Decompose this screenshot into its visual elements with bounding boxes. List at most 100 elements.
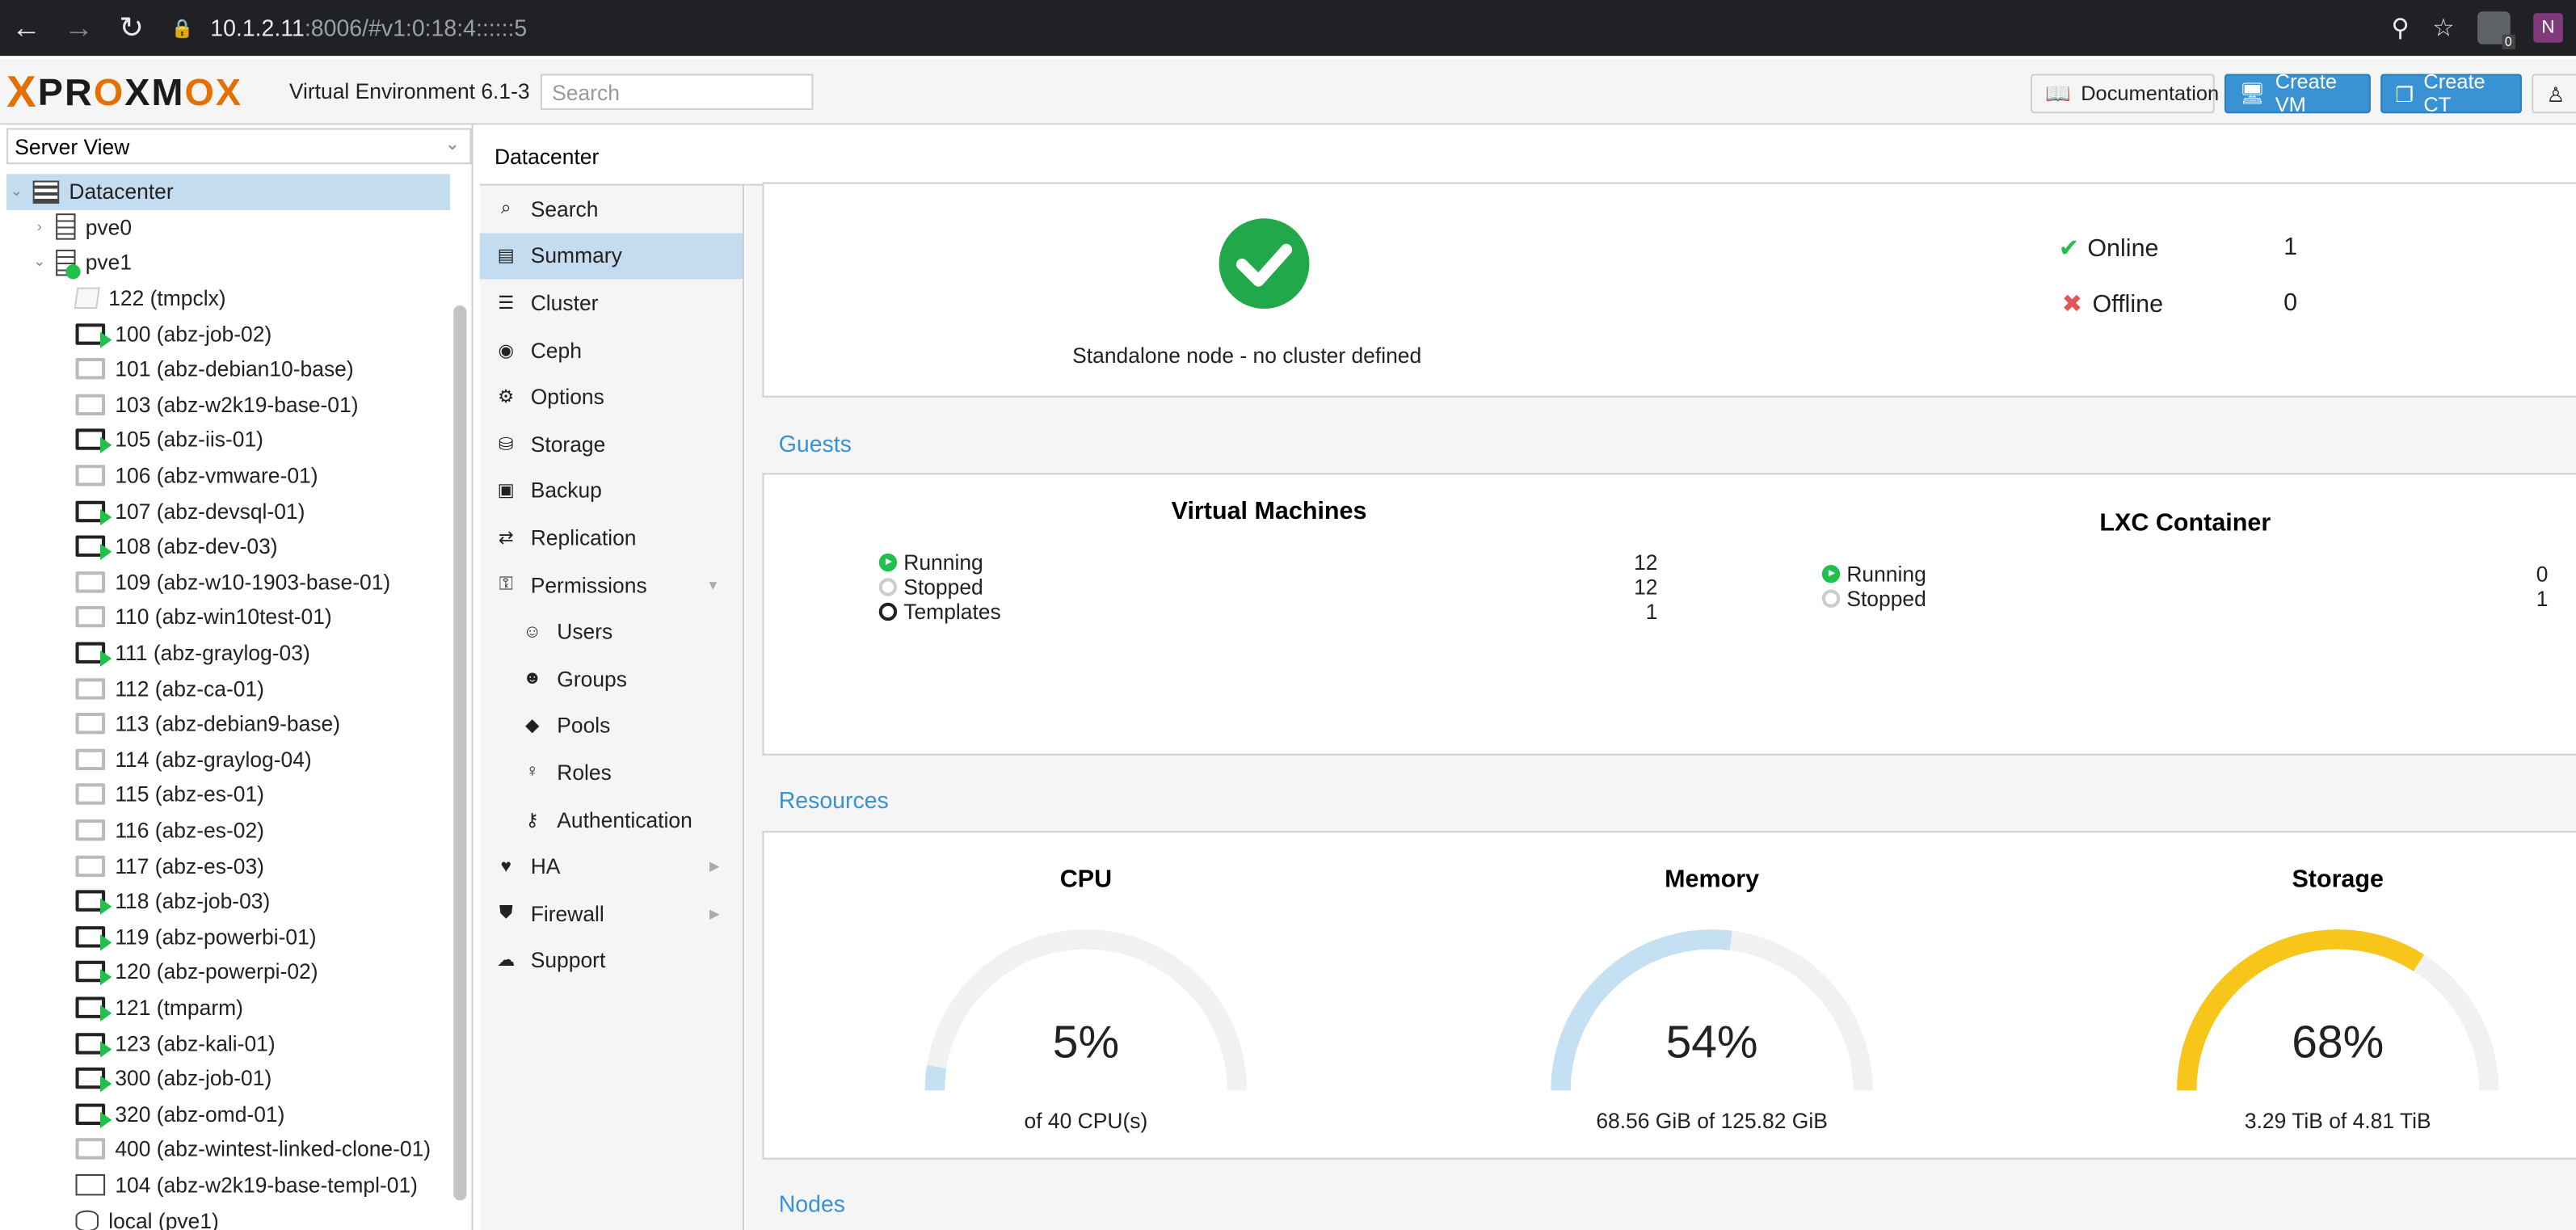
menu-item-cluster[interactable]: ☰ Cluster — [480, 280, 743, 326]
vm-running-icon — [75, 1032, 112, 1057]
tree-item[interactable]: 122 (tmpclx) — [6, 280, 450, 316]
tree-item[interactable]: 117 (abz-es-03) — [6, 848, 450, 883]
tree-item[interactable]: 116 (abz-es-02) — [6, 812, 450, 848]
tree-item[interactable]: 100 (abz-job-02) — [6, 316, 450, 352]
user-icon: ♙ — [2546, 82, 2565, 107]
ct-stop-label: Stopped — [1821, 586, 1926, 611]
expand-toggle-icon[interactable]: ⌄ — [6, 183, 26, 200]
tree-item[interactable]: ⌄ Datacenter — [6, 174, 451, 210]
cross-icon: ✖ — [2061, 290, 2083, 319]
menu-item-support[interactable]: ☁ Support — [480, 937, 743, 984]
tree-item[interactable]: 113 (abz-debian9-base) — [6, 706, 450, 742]
tree-item-label: 113 (abz-debian9-base) — [115, 711, 341, 736]
tree-item-label: Datacenter — [69, 179, 174, 204]
expand-toggle-icon[interactable]: › — [30, 219, 49, 235]
menu-item-label: Search — [530, 196, 599, 221]
forward-icon[interactable]: → — [53, 11, 105, 45]
create-vm-button[interactable]: 🖥 Create VM — [2224, 70, 2371, 116]
address-bar[interactable]: 🔒 10.1.2.11:8006/#v1:0:18:4::::::5 — [170, 6, 2471, 49]
menu-item-options[interactable]: ⚙ Options — [480, 373, 743, 420]
tree-item[interactable]: 101 (abz-debian10-base) — [6, 352, 450, 387]
search-input[interactable]: Search — [540, 74, 814, 111]
extension-icon[interactable]: 0 — [2477, 11, 2515, 49]
tree-item[interactable]: › pve0 — [6, 209, 450, 245]
tree-item[interactable]: 320 (abz-omd-01) — [6, 1096, 450, 1131]
key-icon[interactable]: ⚲ — [2391, 13, 2409, 43]
menu-item-ceph[interactable]: ◉ Ceph — [480, 326, 743, 373]
tree-item[interactable]: 114 (abz-graylog-04) — [6, 741, 450, 777]
tree-item[interactable]: 112 (abz-ca-01) — [6, 671, 450, 706]
guests-title: Guests — [762, 415, 2576, 472]
monitor-icon: 🖥 — [2239, 81, 2266, 105]
stop-circle-icon — [878, 578, 898, 596]
tree-item[interactable]: 121 (tmparm) — [6, 990, 450, 1026]
menu-item-summary[interactable]: ▤ Summary — [479, 232, 743, 280]
menu-item-replication[interactable]: ⇄ Replication — [480, 514, 743, 561]
tree-scrollbar[interactable] — [453, 305, 467, 1225]
vm-stop-count: 12 — [1634, 575, 1658, 600]
tree-item[interactable]: 111 (abz-graylog-03) — [6, 635, 450, 671]
onenote-extension-icon[interactable]: N — [2533, 13, 2563, 43]
tree-item[interactable]: 108 (abz-dev-03) — [6, 529, 450, 564]
documentation-button[interactable]: 📖 Documentation — [2031, 74, 2219, 114]
app-header: X PR O XM O X Virtual Environment 6.1-3 Searc… — [0, 59, 2576, 125]
menu-item-label: Replication — [530, 525, 637, 550]
vm-run-count: 12 — [1634, 550, 1658, 575]
menu-item-roles[interactable]: ♀ Roles — [480, 749, 743, 796]
tree-item[interactable]: 118 (abz-job-03) — [6, 883, 450, 919]
tree-item-label: 123 (abz-kali-01) — [115, 1030, 276, 1055]
star-icon[interactable]: ☆ — [2432, 13, 2454, 43]
menu-item-firewall[interactable]: ⛊ Firewall ▶ — [480, 890, 743, 937]
menu-item-label: Roles — [557, 760, 612, 786]
tree-item-label: 109 (abz-w10-1903-base-01) — [115, 569, 391, 595]
tree-item[interactable]: 400 (abz-wintest-linked-clone-01) — [6, 1131, 450, 1167]
menu-item-permissions[interactable]: ⚿ Permissions ▼ — [480, 561, 743, 608]
tree-item[interactable]: 109 (abz-w10-1903-base-01) — [6, 564, 450, 600]
tree-item[interactable]: 106 (abz-vmware-01) — [6, 457, 450, 493]
view-selector[interactable]: Server View ⌄ — [6, 128, 472, 165]
vm-running-icon — [75, 535, 112, 561]
url-host: 10.1.2.11 — [210, 15, 305, 41]
tree-item[interactable]: 104 (abz-w2k19-base-templ-01) — [6, 1167, 450, 1203]
tree-item[interactable]: 119 (abz-powerbi-01) — [6, 919, 450, 954]
menu-item-users[interactable]: ☺ Users — [480, 609, 743, 655]
tree-item[interactable]: 107 (abz-devsql-01) — [6, 493, 450, 529]
offline-label: ✖ Offline — [2061, 290, 2164, 319]
tree-item[interactable]: local (pve1) — [6, 1203, 450, 1230]
vm-running-icon — [75, 429, 112, 454]
menu-item-pools[interactable]: ◆ Pools — [480, 702, 743, 749]
back-icon[interactable]: ← — [0, 11, 53, 45]
tree-item[interactable]: 300 (abz-job-01) — [6, 1060, 450, 1096]
caret-down-icon[interactable]: ▼ — [706, 577, 719, 592]
tree-item-label: 100 (abz-job-02) — [115, 321, 272, 347]
menu-item-groups[interactable]: ☻ Groups — [480, 655, 743, 702]
menu-item-label: HA — [530, 853, 561, 879]
tree-item[interactable]: 110 (abz-win10test-01) — [6, 600, 450, 635]
tree-item[interactable]: 105 (abz-iis-01) — [6, 423, 450, 458]
tree-item[interactable]: ⌄ pve1 — [6, 245, 450, 280]
tree-item[interactable]: 120 (abz-powerpi-02) — [6, 954, 450, 990]
reload-icon[interactable]: ↻ — [105, 11, 158, 45]
tree-item[interactable]: 115 (abz-es-01) — [6, 777, 450, 812]
menu-item-ha[interactable]: ♥ HA ▶ — [480, 843, 743, 890]
storage-gauge — [2176, 929, 2499, 1091]
menu-item-label: Users — [557, 619, 613, 644]
options-icon: ⚙ — [498, 387, 515, 408]
menu-item-label: Authentication — [557, 807, 692, 832]
menu-item-search[interactable]: ⌕ Search — [480, 186, 743, 233]
menu-item-storage[interactable]: ⛁ Storage — [480, 420, 743, 467]
expand-toggle-icon[interactable]: ⌄ — [30, 254, 49, 272]
nodes-title: Nodes — [762, 1175, 2576, 1230]
template-circle-icon — [878, 602, 898, 621]
caret-right-icon[interactable]: ▶ — [709, 906, 720, 920]
ct-heading: LXC Container — [2099, 508, 2271, 537]
tree-item[interactable]: 123 (abz-kali-01) — [6, 1026, 450, 1061]
user-menu-button[interactable]: ♙ — [2532, 74, 2576, 114]
menu-item-authentication[interactable]: ⚷ Authentication — [480, 796, 743, 843]
caret-right-icon[interactable]: ▶ — [709, 859, 720, 874]
groups-icon: ☻ — [522, 668, 542, 689]
menu-item-backup[interactable]: ▣ Backup — [480, 467, 743, 514]
create-ct-button[interactable]: ❐ Create CT — [2380, 70, 2522, 116]
tree-item[interactable]: 103 (abz-w2k19-base-01) — [6, 387, 450, 423]
server-icon — [56, 213, 76, 241]
